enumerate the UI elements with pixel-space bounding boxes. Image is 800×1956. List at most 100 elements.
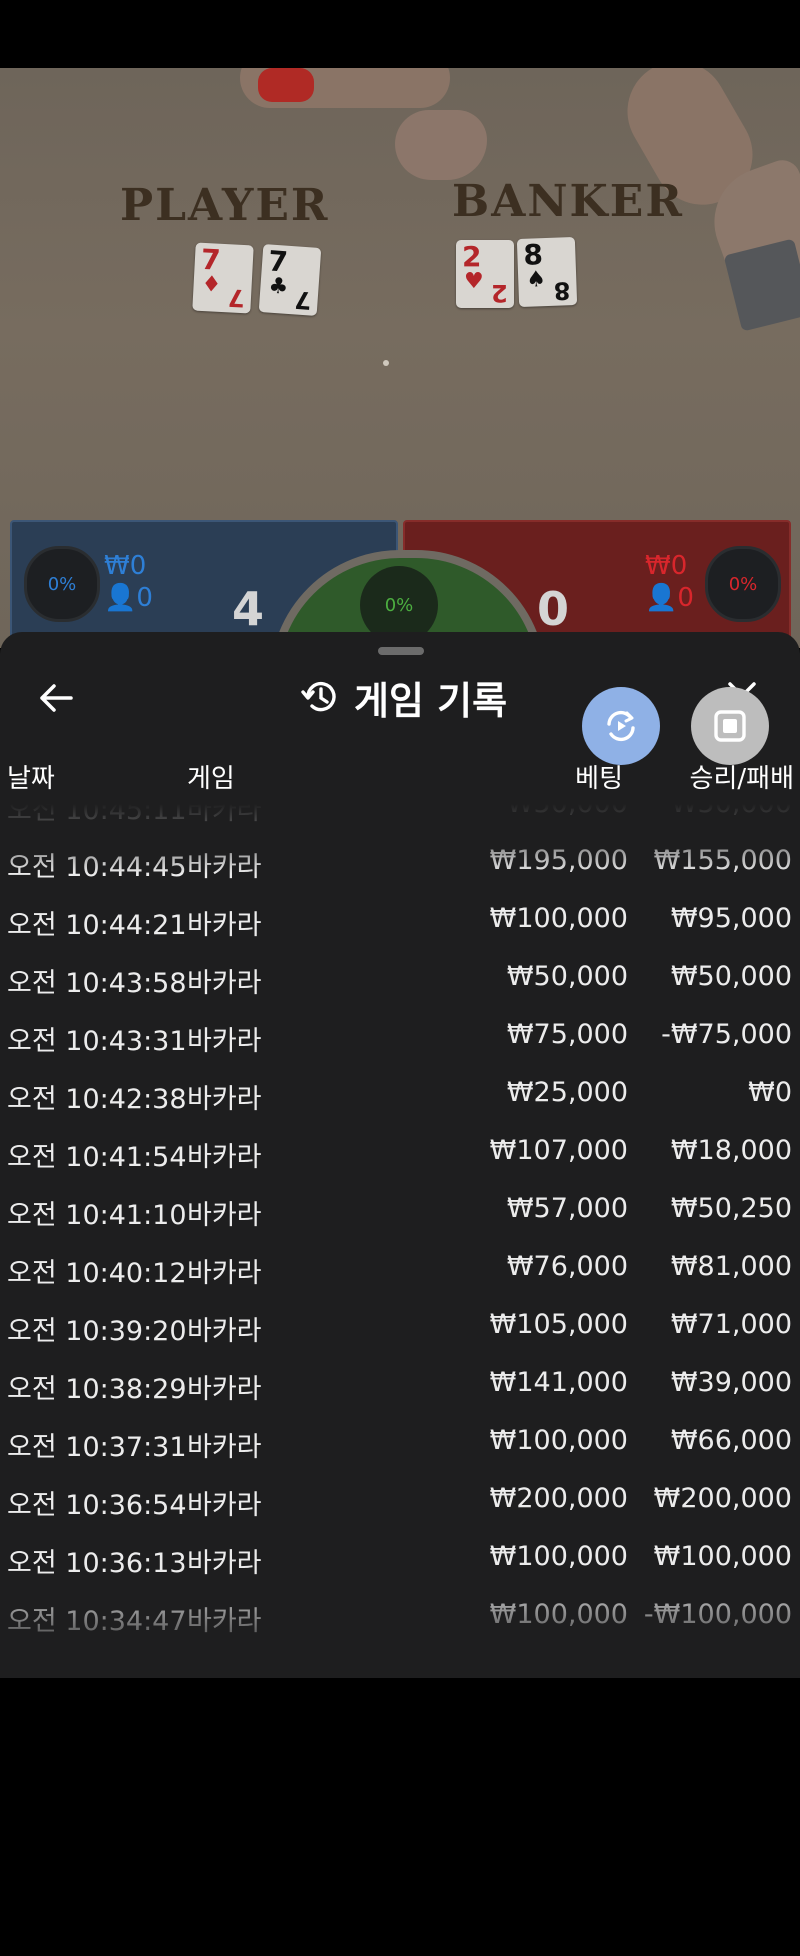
player-users: 👤0 [104,584,153,612]
row-game: 바카라 [187,1490,262,1521]
row-time: 오전 10:38:29 [7,1374,187,1405]
row-bet: ₩57,000 [506,1193,628,1224]
row-result: ₩39,000 [670,1367,792,1398]
replay-button[interactable] [582,687,660,765]
stop-button[interactable] [691,687,769,765]
row-result: ₩71,000 [670,1309,792,1340]
table-row[interactable]: 오전 10:41:10 바카라 ₩57,000 ₩50,250 [0,1183,800,1241]
banker-label: BANKER [452,176,684,227]
row-result: ₩200,000 [653,1483,792,1514]
row-game: 바카라 [187,1142,262,1173]
table-row[interactable]: 오전 10:44:45 바카라 ₩195,000 ₩155,000 [0,835,800,893]
sheet-grabber[interactable] [378,647,424,655]
row-bet: ₩100,000 [489,903,628,934]
user-icon: 👤 [645,583,678,613]
card-suit: ♠ [525,267,547,293]
dealer-hand-left [395,110,487,180]
replay-icon [607,710,635,742]
row-game: 바카라 [187,1258,262,1289]
row-game: 바카라 [187,910,262,941]
column-header-result: 승리/패배 [689,764,794,794]
banker-card-2: 8 ♠ 8 [516,237,578,307]
banker-users: 👤0 [645,584,694,612]
row-bet: ₩75,000 [506,1019,628,1050]
row-game: 바카라 [187,1432,262,1463]
row-game: 바카라 [187,1548,262,1579]
banker-user-count: 0 [677,583,694,613]
row-time: 오전 10:40:12 [7,1258,187,1289]
card-rank-inverted: 7 [293,285,313,315]
row-game: 바카라 [187,1606,262,1637]
table-row[interactable]: 오전 10:36:54 바카라 ₩200,000 ₩200,000 [0,1473,800,1531]
player-label: PLAYER [120,180,330,231]
card-suit: ♦ [200,271,222,298]
row-result: ₩50,250 [670,1193,792,1224]
row-result: ₩18,000 [670,1135,792,1166]
row-result: ₩155,000 [653,845,792,876]
row-result: -₩75,000 [661,1019,792,1050]
row-game: 바카라 [187,804,262,826]
row-result: ₩81,000 [670,1251,792,1282]
row-bet: ₩100,000 [489,1599,628,1630]
card-rank-inverted: 8 [553,276,572,305]
row-time: 오전 10:45:11 [7,804,187,826]
player-score: 4 [232,582,265,636]
card-rank-inverted: 7 [227,283,246,313]
table-row[interactable]: 오전 10:41:54 바카라 ₩107,000 ₩18,000 [0,1125,800,1183]
back-button[interactable] [34,676,78,720]
game-history-sheet: 게임 기록 날짜 게임 베팅 승리/패배 오전 10:45:11 바카라 ₩50… [0,632,800,1678]
table-row[interactable]: 오전 10:38:29 바카라 ₩141,000 ₩39,000 [0,1357,800,1415]
table-row[interactable]: 오전 10:34:47 바카라 ₩100,000 -₩100,000 [0,1589,800,1647]
row-time: 오전 10:42:38 [7,1084,187,1115]
banker-percent-ring: 0% [705,546,781,622]
row-time: 오전 10:44:21 [7,910,187,941]
table-row[interactable]: 오전 10:36:13 바카라 ₩100,000 ₩100,000 [0,1531,800,1589]
row-bet: ₩100,000 [489,1541,628,1572]
table-row[interactable]: 오전 10:43:31 바카라 ₩75,000 -₩75,000 [0,1009,800,1067]
row-bet: ₩50,000 [506,961,628,992]
row-game: 바카라 [187,1200,262,1231]
row-game: 바카라 [187,1026,262,1057]
row-bet: ₩76,000 [506,1251,628,1282]
table-row[interactable]: 오전 10:40:12 바카라 ₩76,000 ₩81,000 [0,1241,800,1299]
history-icon [301,681,336,712]
row-result: ₩50,000 [670,961,792,992]
table-row[interactable]: 오전 10:43:58 바카라 ₩50,000 ₩50,000 [0,951,800,1009]
row-bet: ₩200,000 [489,1483,628,1514]
row-bet: ₩100,000 [489,1425,628,1456]
row-bet: ₩141,000 [489,1367,628,1398]
page-title: 게임 기록 [354,678,508,723]
row-time: 오전 10:37:31 [7,1432,187,1463]
history-list[interactable]: 오전 10:45:11 바카라 ₩50,000 ₩50,000 오전 10:44… [0,804,800,1678]
row-bet: ₩107,000 [489,1135,628,1166]
row-time: 오전 10:36:54 [7,1490,187,1521]
column-header-date: 날짜 [7,764,55,794]
table-row[interactable]: 오전 10:45:11 바카라 ₩50,000 ₩50,000 [0,804,800,836]
player-user-count: 0 [136,583,153,613]
table-row[interactable]: 오전 10:39:20 바카라 ₩105,000 ₩71,000 [0,1299,800,1357]
table-row[interactable]: 오전 10:42:38 바카라 ₩25,000 ₩0 [0,1067,800,1125]
row-bet: ₩25,000 [506,1077,628,1108]
row-result: ₩95,000 [670,903,792,934]
row-bet: ₩105,000 [489,1309,628,1340]
row-time: 오전 10:41:54 [7,1142,187,1173]
player-card-1: 7 ♦ 7 [192,242,254,314]
row-result: ₩0 [748,1077,792,1108]
card-suit: ♥ [464,269,484,294]
table-dot [383,360,389,366]
card-rank: 2 [462,240,482,273]
table-row[interactable]: 오전 10:44:21 바카라 ₩100,000 ₩95,000 [0,893,800,951]
card-suit: ♣ [267,273,290,300]
row-result: -₩100,000 [643,1599,792,1630]
row-game: 바카라 [187,1374,262,1405]
row-time: 오전 10:39:20 [7,1316,187,1347]
row-game: 바카라 [187,968,262,999]
row-bet: ₩195,000 [489,845,628,876]
row-time: 오전 10:43:31 [7,1026,187,1057]
card-rank-inverted: 2 [491,279,508,307]
row-bet: ₩50,000 [507,804,628,819]
player-card-2: 7 ♣ 7 [258,244,322,316]
row-time: 오전 10:44:45 [7,852,187,883]
table-row[interactable]: 오전 10:37:31 바카라 ₩100,000 ₩66,000 [0,1415,800,1473]
row-result: ₩100,000 [653,1541,792,1572]
